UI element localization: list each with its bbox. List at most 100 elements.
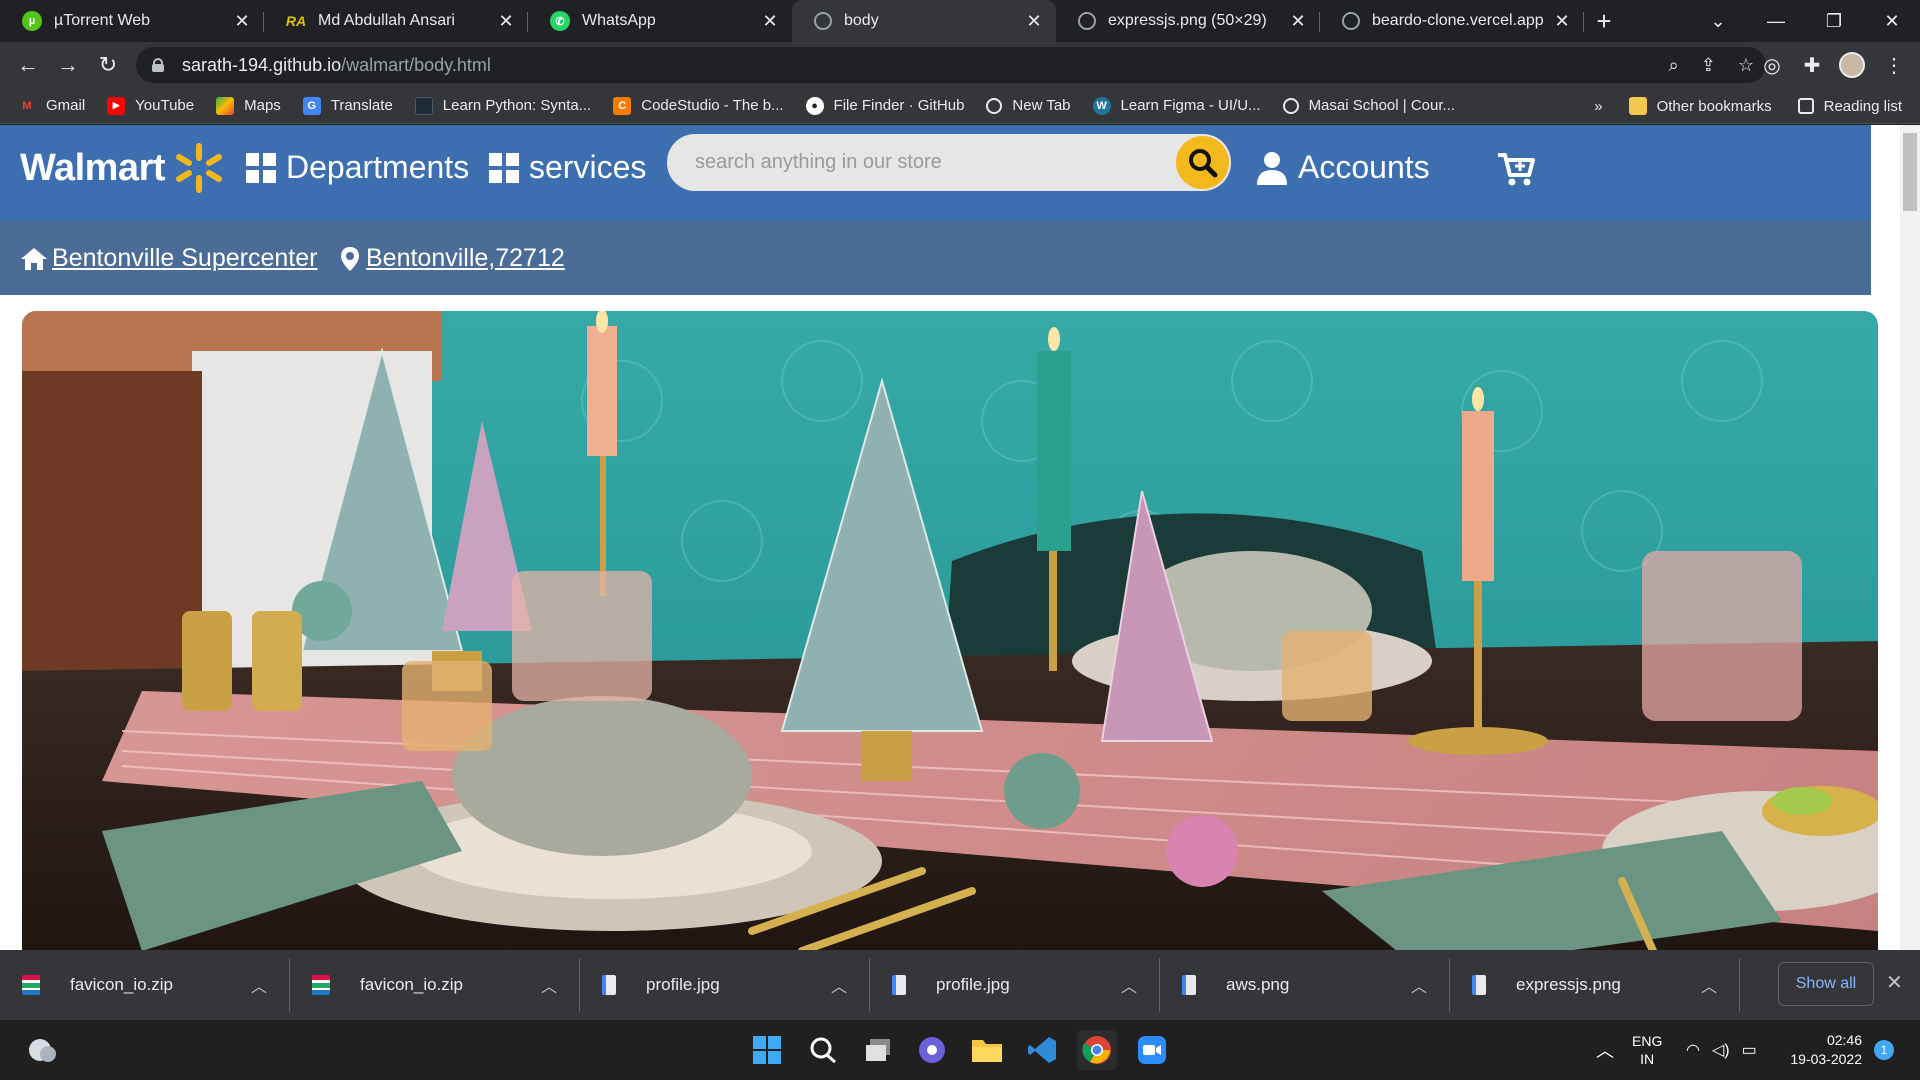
- store-bar: Bentonville Supercenter Bentonville,7271…: [0, 220, 1871, 295]
- quick-settings[interactable]: ◠ ◁) ▭: [1686, 1020, 1757, 1080]
- new-tab-button[interactable]: +: [1584, 0, 1624, 42]
- profile-avatar[interactable]: [1832, 42, 1872, 88]
- tab-beardo[interactable]: beardo-clone.vercel.app ✕: [1320, 0, 1584, 42]
- bookmark-gmail[interactable]: M Gmail: [18, 97, 85, 115]
- weather-widget-icon[interactable]: [22, 1030, 62, 1070]
- python-course-icon: [414, 96, 433, 115]
- bookmark-new-tab[interactable]: New Tab: [986, 97, 1071, 114]
- other-bookmarks[interactable]: Other bookmarks: [1628, 97, 1772, 115]
- page-scrollbar[interactable]: [1900, 125, 1920, 950]
- extensions-puzzle-icon[interactable]: ✚: [1792, 42, 1832, 88]
- accounts-link[interactable]: Accounts: [1256, 149, 1430, 186]
- ra-icon: RA: [285, 13, 307, 29]
- zoom-icon[interactable]: ⌕: [1669, 55, 1679, 76]
- teams-chat-icon[interactable]: [912, 1030, 952, 1070]
- chevron-up-icon[interactable]: ︿: [251, 973, 267, 997]
- cart-icon[interactable]: [1496, 149, 1536, 189]
- bookmark-maps[interactable]: Maps: [216, 96, 281, 115]
- chevron-up-icon[interactable]: ︿: [831, 973, 847, 997]
- start-button[interactable]: [747, 1030, 787, 1070]
- close-icon[interactable]: ✕: [1886, 970, 1903, 995]
- lock-icon[interactable]: [152, 58, 164, 72]
- close-icon[interactable]: ✕: [232, 11, 252, 32]
- zoom-app-icon[interactable]: [1132, 1030, 1172, 1070]
- walmart-logo[interactable]: Walmart: [20, 147, 166, 190]
- download-item[interactable]: favicon_io.zip ︿: [0, 958, 290, 1012]
- close-icon[interactable]: ✕: [1024, 11, 1044, 32]
- menu-kebab-icon[interactable]: ⋮: [1874, 42, 1914, 88]
- tab-title: WhatsApp: [582, 12, 656, 29]
- departments-label: Departments: [286, 149, 470, 185]
- download-filename: profile.jpg: [646, 975, 720, 994]
- other-bookmarks-label: Other bookmarks: [1656, 97, 1772, 115]
- download-item[interactable]: profile.jpg ︿: [870, 958, 1160, 1012]
- download-item[interactable]: favicon_io.zip ︿: [290, 958, 580, 1012]
- wordpress-icon: W: [1092, 96, 1111, 115]
- download-item[interactable]: expressjs.png ︿: [1450, 958, 1740, 1012]
- services-label: services: [529, 149, 647, 185]
- bookmark-translate[interactable]: G Translate: [302, 96, 393, 115]
- language-indicator[interactable]: ENG IN: [1632, 1020, 1662, 1080]
- reload-icon[interactable]: ↻: [88, 45, 128, 85]
- notification-badge[interactable]: 1: [1874, 1020, 1894, 1080]
- chevron-up-icon[interactable]: ︿: [1701, 973, 1717, 997]
- back-icon[interactable]: ←: [8, 45, 48, 85]
- services-link[interactable]: services: [489, 149, 646, 186]
- close-icon[interactable]: ✕: [760, 11, 780, 32]
- bookmark-label: Gmail: [46, 97, 86, 114]
- location-link[interactable]: Bentonville,72712: [340, 244, 565, 273]
- bookmarks-overflow-button[interactable]: »: [1594, 98, 1602, 115]
- tab-md-abdullah[interactable]: RA Md Abdullah Ansari ✕: [264, 0, 528, 42]
- close-window-button[interactable]: ✕: [1864, 0, 1920, 42]
- folder-icon: [1628, 97, 1647, 115]
- globe-icon: [986, 97, 1003, 114]
- close-icon[interactable]: ✕: [1288, 11, 1308, 32]
- tab-utorrent[interactable]: µ µTorrent Web ✕: [0, 0, 264, 42]
- download-item[interactable]: profile.jpg ︿: [580, 958, 870, 1012]
- bookmark-label: File Finder · GitHub: [833, 97, 965, 114]
- file-explorer-icon[interactable]: [967, 1030, 1007, 1070]
- chrome-icon[interactable]: [1077, 1030, 1117, 1070]
- search-icon[interactable]: [803, 1030, 843, 1070]
- show-all-button[interactable]: Show all: [1778, 962, 1874, 1006]
- tab-whatsapp[interactable]: ✆ WhatsApp ✕: [528, 0, 792, 42]
- tab-body[interactable]: body ✕: [792, 0, 1056, 42]
- extension-glasses-icon[interactable]: ◎: [1752, 42, 1792, 88]
- tab-search-icon[interactable]: ⌄: [1690, 0, 1746, 42]
- tab-expressjs[interactable]: expressjs.png (50×29) ✕: [1056, 0, 1320, 42]
- download-item[interactable]: aws.png ︿: [1160, 958, 1450, 1012]
- vscode-icon[interactable]: [1022, 1030, 1062, 1070]
- close-icon[interactable]: ✕: [496, 11, 516, 32]
- minimize-button[interactable]: —: [1748, 0, 1804, 42]
- page-viewport: Walmart Departments services search anyt…: [0, 125, 1920, 950]
- chevron-up-icon[interactable]: ︿: [1411, 973, 1427, 997]
- chevron-up-icon[interactable]: ︿: [541, 973, 557, 997]
- scrollbar-thumb[interactable]: [1903, 133, 1917, 211]
- departments-link[interactable]: Departments: [246, 149, 469, 186]
- bookmark-learn-python[interactable]: Learn Python: Synta...: [414, 96, 592, 115]
- close-icon[interactable]: ✕: [1552, 11, 1572, 32]
- hero-banner-image[interactable]: [22, 311, 1878, 950]
- tray-chevron-icon[interactable]: ︿: [1596, 1020, 1614, 1080]
- holiday-table-illustration: [22, 311, 1878, 950]
- store-link[interactable]: Bentonville Supercenter: [20, 244, 317, 273]
- clock[interactable]: 02:46 19-03-2022: [1786, 1020, 1862, 1080]
- bookmark-codestudio[interactable]: C CodeStudio - The b...: [613, 96, 784, 115]
- clock-time: 02:46: [1826, 1032, 1862, 1048]
- address-bar[interactable]: sarath-194.github.io/walmart/body.html ⌕…: [136, 47, 1766, 83]
- search-button[interactable]: [1176, 136, 1229, 189]
- search-input[interactable]: [695, 151, 1155, 174]
- bookmark-learn-figma[interactable]: W Learn Figma - UI/U...: [1092, 96, 1261, 115]
- tab-title: expressjs.png (50×29): [1108, 12, 1267, 29]
- reading-list[interactable]: Reading list: [1797, 98, 1902, 115]
- bookmark-youtube[interactable]: ▶ YouTube: [107, 96, 194, 115]
- bookmark-masai-school[interactable]: Masai School | Cour...: [1282, 97, 1455, 114]
- zip-file-icon: [22, 975, 40, 995]
- share-icon[interactable]: ⇪: [1701, 55, 1716, 76]
- task-view-icon[interactable]: [858, 1030, 898, 1070]
- restore-button[interactable]: ❐: [1806, 0, 1862, 42]
- bookmark-label: Learn Python: Synta...: [442, 97, 592, 114]
- bookmark-file-finder[interactable]: ● File Finder · GitHub: [805, 96, 965, 115]
- chevron-up-icon[interactable]: ︿: [1121, 973, 1137, 997]
- forward-icon[interactable]: →: [48, 45, 88, 85]
